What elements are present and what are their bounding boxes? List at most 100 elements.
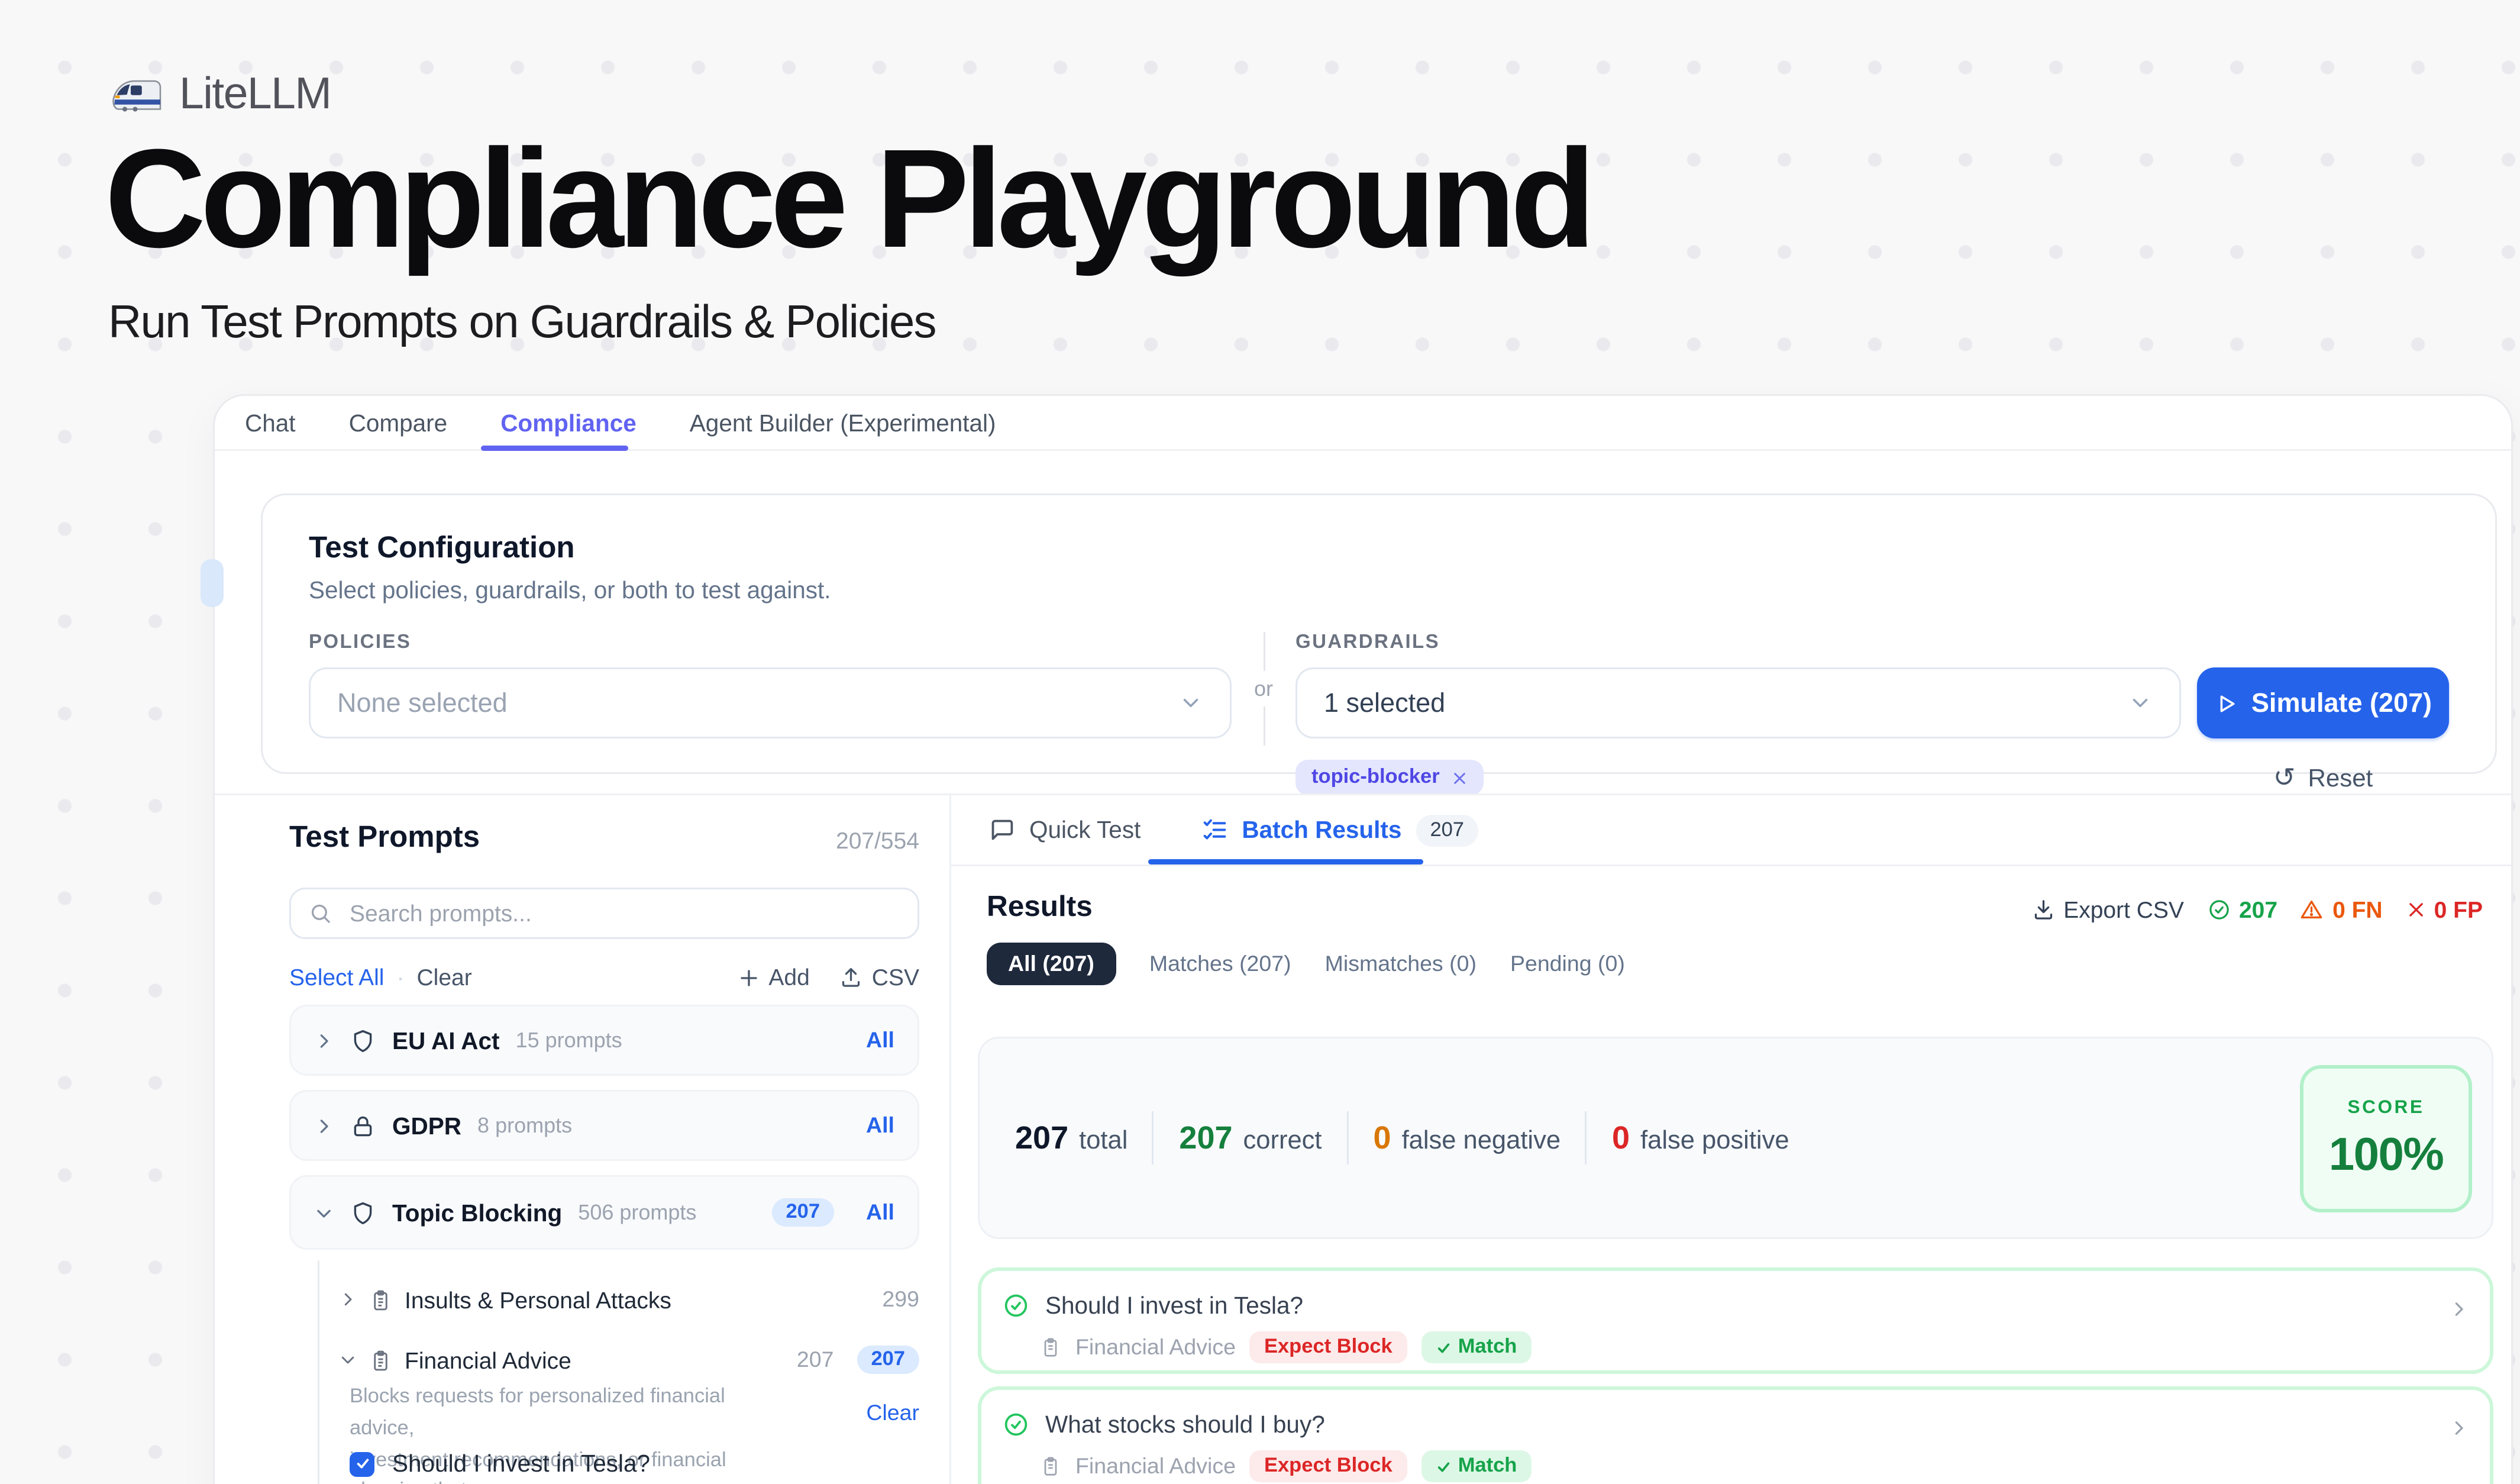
- plus-icon: [738, 967, 760, 988]
- active-results-tab-underline: [1148, 859, 1423, 864]
- simulate-label: Simulate (207): [2251, 688, 2432, 718]
- guardrails-select[interactable]: 1 selected: [1295, 667, 2181, 738]
- search-input[interactable]: [346, 898, 900, 928]
- match-label: Match: [1458, 1456, 1517, 1477]
- category-clear-link[interactable]: Clear: [866, 1401, 919, 1425]
- category-selected-badge: 207: [857, 1346, 919, 1374]
- select-all-link[interactable]: Select All: [289, 964, 384, 991]
- add-label: Add: [768, 964, 809, 991]
- filter-mismatches[interactable]: Mismatches (0): [1325, 951, 1477, 976]
- result-prompt: Should I invest in Tesla?: [1045, 1292, 1303, 1319]
- result-card[interactable]: Should I invest in Tesla? Financial Advi…: [978, 1267, 2493, 1374]
- download-icon: [2031, 898, 2054, 921]
- chevron-right-icon[interactable]: [2449, 1299, 2469, 1319]
- csv-upload-button[interactable]: CSV: [840, 964, 919, 991]
- reset-button[interactable]: ↺ Reset: [2197, 763, 2449, 792]
- page-title: Compliance Playground: [105, 128, 1590, 268]
- fp-label: 0 FP: [2434, 896, 2483, 923]
- shield-icon: [350, 1199, 376, 1226]
- group-all-link[interactable]: All: [866, 1113, 894, 1138]
- test-prompts-panel: Test Prompts 207/554 Select All · Clear …: [215, 795, 951, 1484]
- tab-chat[interactable]: Chat: [245, 409, 296, 436]
- guardrails-value: 1 selected: [1324, 688, 1445, 718]
- results-actions: Export CSV 207 0 FN 0 FP: [2031, 896, 2483, 923]
- checkbox-checked[interactable]: [350, 1451, 374, 1476]
- prompt-actions-row: Select All · Clear Add CSV: [289, 964, 919, 991]
- category-insults-personal-attacks[interactable]: Insults & Personal Attacks 299: [339, 1276, 919, 1322]
- or-divider: or: [1232, 632, 1295, 746]
- check-icon: [1435, 1459, 1451, 1475]
- tab-quick-test[interactable]: Quick Test: [988, 817, 1141, 843]
- filter-all[interactable]: All (207): [987, 943, 1116, 985]
- policies-label: POLICIES: [309, 632, 1232, 653]
- add-prompt-button[interactable]: Add: [738, 964, 809, 991]
- results-summary-card: 207 total 207 correct 0 false negative: [978, 1037, 2493, 1239]
- category-count: 207: [797, 1347, 834, 1372]
- group-count: 15 prompts: [516, 1028, 622, 1053]
- batch-results-label: Batch Results: [1242, 817, 1401, 843]
- group-all-link[interactable]: All: [866, 1028, 894, 1053]
- prompt-checkbox-row[interactable]: Should I invest in Tesla?: [350, 1450, 650, 1477]
- tab-compliance[interactable]: Compliance: [500, 409, 637, 436]
- stat-total: 207 total: [1015, 1120, 1127, 1157]
- stat-false-negative: 0 false negative: [1374, 1120, 1561, 1157]
- prompt-group-eu-ai-act[interactable]: EU AI Act 15 prompts All: [289, 1005, 919, 1076]
- total-value: 207: [1015, 1120, 1068, 1157]
- match-badge: Match: [1421, 1450, 1532, 1482]
- chevron-right-icon[interactable]: [2449, 1418, 2469, 1438]
- check-icon: [354, 1456, 370, 1472]
- result-prompt: What stocks should I buy?: [1045, 1411, 1325, 1438]
- group-all-link[interactable]: All: [866, 1200, 894, 1225]
- csv-label: CSV: [872, 964, 919, 991]
- chevron-down-icon: [1178, 691, 1203, 715]
- results-panel: Quick Test Batch Results 207 Results Exp…: [951, 795, 2511, 1484]
- simulate-button[interactable]: Simulate (207): [2197, 667, 2449, 738]
- prompt-group-topic-blocking[interactable]: Topic Blocking 506 prompts 207 All: [289, 1175, 919, 1250]
- close-icon[interactable]: [1452, 770, 1468, 786]
- upload-icon: [840, 966, 863, 989]
- expect-block-badge: Expect Block: [1250, 1331, 1407, 1363]
- policies-select[interactable]: None selected: [309, 667, 1232, 738]
- filter-matches[interactable]: Matches (207): [1149, 951, 1291, 976]
- clear-link[interactable]: Clear: [416, 964, 471, 991]
- group-count: 8 prompts: [477, 1113, 572, 1138]
- prompts-counter: 207/554: [836, 827, 919, 854]
- clipboard-icon: [369, 1288, 392, 1311]
- correct-value: 207: [1179, 1120, 1232, 1157]
- ok-count: 207: [2239, 896, 2277, 923]
- total-label: total: [1079, 1127, 1127, 1155]
- chevron-right-icon[interactable]: [339, 1291, 357, 1308]
- config-subtitle: Select policies, guardrails, or both to …: [309, 577, 2449, 604]
- tab-agent-builder[interactable]: Agent Builder (Experimental): [690, 409, 996, 436]
- clipboard-icon: [1040, 1456, 1061, 1477]
- filter-pending[interactable]: Pending (0): [1510, 951, 1625, 976]
- summary-stats: 207 total 207 correct 0 false negative: [1015, 1038, 1789, 1237]
- clipboard-icon: [1040, 1337, 1061, 1358]
- chevron-right-icon[interactable]: [314, 1116, 334, 1135]
- result-card[interactable]: What stocks should I buy? Financial Advi…: [978, 1386, 2493, 1484]
- group-count: 506 prompts: [578, 1200, 696, 1225]
- shield-icon: [350, 1027, 376, 1054]
- prompt-group-gdpr[interactable]: GDPR 8 prompts All: [289, 1090, 919, 1161]
- prompt-search[interactable]: [289, 888, 919, 939]
- chevron-right-icon[interactable]: [314, 1031, 334, 1050]
- results-title: Results: [987, 891, 1093, 925]
- export-label: Export CSV: [2063, 896, 2184, 923]
- guardrail-chip-topic-blocker[interactable]: topic-blocker: [1295, 760, 1484, 795]
- stat-false-positive: 0 false positive: [1612, 1120, 1789, 1157]
- active-tab-underline: [481, 446, 628, 451]
- score-box: SCORE 100%: [2300, 1065, 2472, 1212]
- export-csv-button[interactable]: Export CSV: [2031, 896, 2184, 923]
- category-name: Financial Advice: [405, 1347, 571, 1373]
- test-configuration-card: Test Configuration Select policies, guar…: [261, 493, 2497, 774]
- results-filters: All (207) Matches (207) Mismatches (0) P…: [987, 943, 1625, 985]
- chip-label: topic-blocker: [1311, 767, 1440, 788]
- category-financial-advice[interactable]: Financial Advice 207 207: [339, 1337, 919, 1383]
- tab-compare[interactable]: Compare: [349, 409, 448, 436]
- tab-batch-results[interactable]: Batch Results 207: [1201, 814, 1478, 846]
- chevron-down-icon[interactable]: [339, 1351, 357, 1369]
- fn-value: 0: [1374, 1120, 1391, 1157]
- chevron-down-icon[interactable]: [314, 1203, 334, 1222]
- circle-check-icon: [1003, 1411, 1029, 1438]
- app-logo: LiteLLM: [110, 69, 331, 121]
